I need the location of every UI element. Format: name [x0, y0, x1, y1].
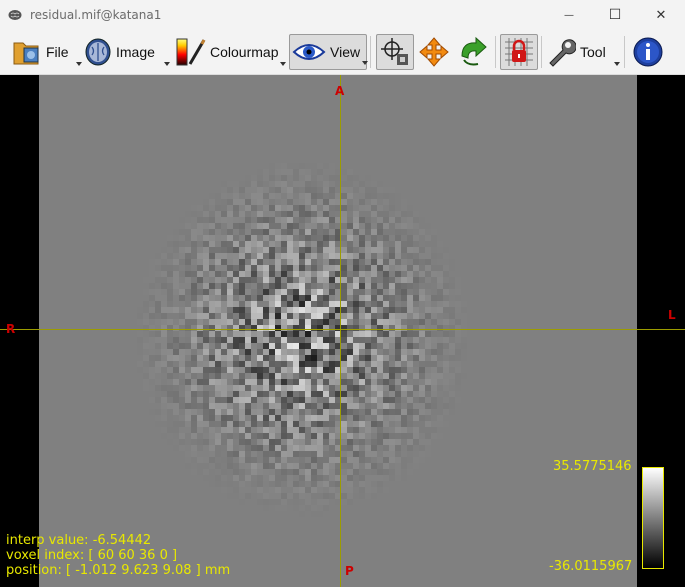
crosshair-vertical — [340, 75, 341, 587]
move-arrows-icon — [419, 37, 449, 67]
voxel-index-readout: voxel index: [ 60 60 36 0 ] — [6, 548, 178, 563]
toolbar: File Image Colourmap View Tool — [0, 30, 685, 75]
crosshair-mode-button[interactable] — [376, 34, 414, 70]
view-menu-button[interactable]: View — [289, 34, 368, 70]
chevron-down-icon — [76, 62, 82, 66]
file-menu-button[interactable]: File — [10, 34, 82, 70]
lock-grid-icon — [505, 38, 533, 66]
residual-image[interactable] — [39, 75, 637, 587]
image-menu-button[interactable]: Image — [84, 34, 172, 70]
chevron-down-icon — [164, 62, 170, 66]
minimize-button[interactable]: — — [546, 0, 592, 30]
colourmap-icon — [176, 38, 206, 66]
position-readout: position: [ -1.012 9.623 9.08 ] mm — [6, 563, 231, 578]
tool-menu-button[interactable]: Tool — [546, 34, 620, 70]
chevron-down-icon — [614, 62, 620, 66]
orientation-left: L — [668, 308, 676, 322]
crosshair-horizontal — [0, 329, 685, 330]
folder-icon — [13, 42, 39, 65]
close-icon: ✕ — [655, 7, 667, 23]
toolbar-separator — [370, 36, 371, 68]
file-label: File — [46, 44, 69, 60]
residual-noise-pattern — [131, 157, 473, 517]
crosshair-icon — [381, 38, 408, 65]
info-icon — [633, 37, 663, 67]
wrench-icon — [549, 39, 576, 67]
interp-value-readout: interp value: -6.54442 — [6, 533, 152, 548]
pan-mode-button[interactable] — [416, 34, 452, 70]
minimize-icon: — — [564, 9, 574, 21]
rotate-mode-button[interactable] — [454, 34, 492, 70]
tool-label: Tool — [580, 44, 606, 60]
chevron-down-icon — [280, 62, 286, 66]
orientation-anterior: A — [335, 84, 345, 98]
colorbar — [642, 467, 664, 569]
colourmap-label: Colourmap — [210, 44, 279, 60]
window-title: residual.mif@katana1 — [30, 8, 162, 22]
brain-icon — [85, 38, 111, 66]
close-button[interactable]: ✕ — [638, 0, 684, 30]
colorbar-max-label: 35.5775146 — [553, 459, 632, 474]
orientation-posterior: P — [345, 564, 354, 578]
maximize-button[interactable]: ☐ — [592, 0, 638, 30]
toolbar-separator — [541, 36, 542, 68]
rotate-icon — [461, 36, 487, 66]
image-label: Image — [116, 44, 155, 60]
title-bar: residual.mif@katana1 — ☐ ✕ — [0, 0, 685, 30]
lock-view-button[interactable] — [500, 34, 538, 70]
chevron-down-icon — [362, 61, 368, 65]
orientation-right: R — [6, 322, 16, 336]
info-button[interactable] — [630, 34, 666, 70]
colorbar-min-label: -36.0115967 — [549, 559, 633, 574]
brain-app-icon — [8, 10, 22, 20]
image-viewport[interactable]: A P R L 35.5775146 -36.0115967 interp va… — [0, 75, 685, 587]
colourmap-menu-button[interactable]: Colourmap — [174, 34, 286, 70]
toolbar-separator — [495, 36, 496, 68]
toolbar-separator — [624, 36, 625, 68]
eye-icon — [292, 44, 326, 60]
view-label: View — [330, 44, 361, 60]
maximize-icon: ☐ — [608, 7, 622, 23]
